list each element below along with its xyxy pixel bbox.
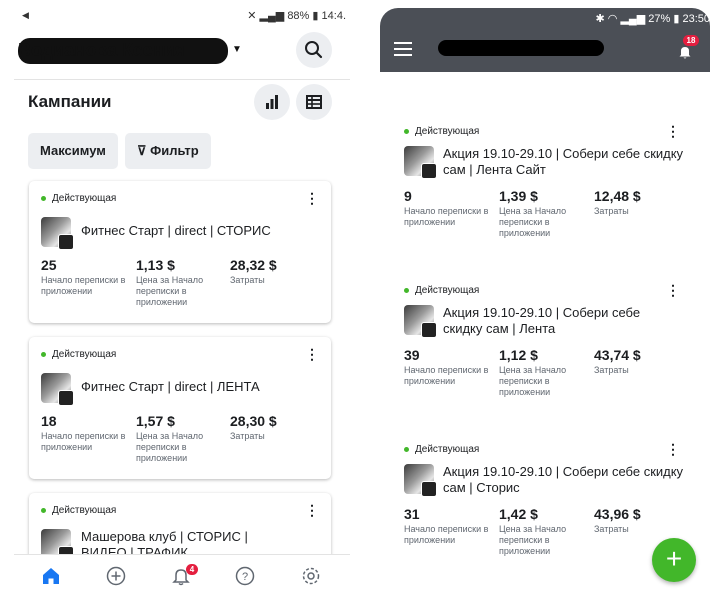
metric-results: 39 Начало переписки в приложении <box>404 347 489 386</box>
search-icon <box>305 41 323 59</box>
maximum-chip[interactable]: Максимум <box>28 133 118 169</box>
more-options-icon[interactable]: ⋮ <box>666 442 680 456</box>
status-time: 14:4. <box>321 10 346 22</box>
campaign-card[interactable]: Действующая ⋮ Фитнес Старт | direct | СТ… <box>29 181 331 323</box>
metric-cost-per-result: 1,57 $ Цена за Начало переписки в прилож… <box>136 413 204 463</box>
metric-cost-per-result: 1,13 $ Цена за Начало переписки в прилож… <box>136 257 204 307</box>
campaign-thumbnail <box>404 305 437 338</box>
campaign-card[interactable]: Действующая ⋮ Фитнес Старт | direct | ЛЕ… <box>29 337 331 479</box>
status-dot-icon <box>41 195 46 201</box>
mute-icon: ✕ <box>247 10 257 22</box>
more-options-icon[interactable]: ⋮ <box>305 503 319 517</box>
chevron-down-icon[interactable]: ▼ <box>232 44 242 55</box>
metric-results: 9 Начало переписки в приложении <box>404 188 489 227</box>
status-bar: ◀ ✕ ▂▄▆ 88% ▮ 14:4. <box>14 0 350 36</box>
home-icon[interactable] <box>40 565 62 587</box>
status-dot-icon <box>404 287 409 293</box>
plus-icon: + <box>665 543 683 574</box>
campaign-thumbnail <box>41 217 74 250</box>
notifications-badge: 4 <box>186 564 198 575</box>
more-options-icon[interactable]: ⋮ <box>305 191 319 205</box>
metric-spend: 43,96 $ Затраты <box>594 506 641 534</box>
metric-results: 31 Начало переписки в приложении <box>404 506 489 545</box>
left-phone-screen: ◀ ✕ ▂▄▆ 88% ▮ 14:4. Водианова Ксения ▼ К… <box>14 0 350 600</box>
metric-spend: 43,74 $ Затраты <box>594 347 641 375</box>
status-dot-icon <box>404 446 409 452</box>
status-bar: ✱ ◠ ▂▄▆ 27% ▮ 23:50 <box>596 12 710 25</box>
battery-percent: 88% <box>287 10 310 22</box>
campaign-list-item[interactable]: Действующая ⋮ Акция 19.10-29.10 | Собери… <box>380 283 710 413</box>
create-icon[interactable] <box>105 565 127 587</box>
campaign-name: Акция 19.10-29.10 | Собери себе скидку с… <box>443 464 684 495</box>
more-options-icon[interactable]: ⋮ <box>666 124 680 138</box>
metric-spend: 28,32 $ Затраты <box>230 257 277 285</box>
campaign-thumbnail <box>404 464 437 497</box>
account-title-redacted <box>438 40 604 56</box>
app-top-bar: ✱ ◠ ▂▄▆ 27% ▮ 23:50 18 <box>380 8 710 72</box>
insights-button[interactable] <box>254 84 290 120</box>
app-header: Водианова Ксения ▼ <box>14 32 350 80</box>
status-dot-icon <box>41 351 46 357</box>
svg-text:?: ? <box>242 571 248 583</box>
metric-results: 18 Начало переписки в приложении <box>41 413 126 452</box>
search-button[interactable] <box>296 32 332 68</box>
notifications-badge: 18 <box>683 35 699 46</box>
settings-gear-icon[interactable] <box>300 565 322 587</box>
campaign-status: Действующая <box>41 193 116 204</box>
section-header: Кампании <box>14 84 350 124</box>
hamburger-menu-icon[interactable] <box>394 42 412 56</box>
campaign-name: Акция 19.10-29.10 | Собери себе скидку с… <box>443 146 684 177</box>
signal-icon: ▂▄▆ <box>620 13 646 25</box>
campaign-thumbnail <box>404 146 437 179</box>
account-name: Водианова Ксения <box>18 40 186 60</box>
campaign-thumbnail <box>41 373 74 406</box>
campaign-status: Действующая <box>41 505 116 516</box>
campaign-status: Действующая <box>404 285 479 296</box>
notifications-bell-icon[interactable] <box>678 44 692 60</box>
settings-icon: ✱ <box>595 13 605 25</box>
create-campaign-fab[interactable]: + <box>652 538 696 582</box>
bar-chart-icon <box>266 95 278 109</box>
battery-icon: ▮ <box>312 10 319 22</box>
campaign-status: Действующая <box>41 349 116 360</box>
status-dot-icon <box>404 128 409 134</box>
filter-label: Фильтр <box>150 143 199 158</box>
campaign-name: Фитнес Старт | direct | ЛЕНТА <box>81 379 260 394</box>
metric-cost-per-result: 1,12 $ Цена за Начало переписки в прилож… <box>499 347 567 397</box>
filter-chip[interactable]: ⊽ Фильтр <box>125 133 211 169</box>
battery-percent: 27% <box>648 13 671 25</box>
table-view-button[interactable] <box>296 84 332 120</box>
metric-results: 25 Начало переписки в приложении <box>41 257 126 296</box>
campaign-name: Фитнес Старт | direct | СТОРИС <box>81 223 271 238</box>
signal-icon: ▂▄▆ <box>259 10 285 22</box>
metric-spend: 28,30 $ Затраты <box>230 413 277 441</box>
help-icon[interactable]: ? <box>234 565 256 587</box>
campaign-list-item[interactable]: Действующая ⋮ Акция 19.10-29.10 | Собери… <box>380 124 710 254</box>
navigation-arrow-icon: ◀ <box>22 10 29 20</box>
metric-spend: 12,48 $ Затраты <box>594 188 641 216</box>
status-dot-icon <box>41 507 46 513</box>
more-options-icon[interactable]: ⋮ <box>305 347 319 361</box>
campaign-name: Акция 19.10-29.10 | Собери себе скидку с… <box>443 305 641 336</box>
bottom-navigation: 4 ? <box>14 554 350 600</box>
status-time: 23:50 <box>682 13 710 25</box>
more-options-icon[interactable]: ⋮ <box>666 283 680 297</box>
battery-icon: ▮ <box>673 13 680 25</box>
page-title: Кампании <box>28 92 112 111</box>
metric-cost-per-result: 1,42 $ Цена за Начало переписки в прилож… <box>499 506 567 556</box>
campaign-status: Действующая <box>404 444 479 455</box>
campaign-status: Действующая <box>404 126 479 137</box>
filter-icon: ⊽ <box>137 143 147 158</box>
right-phone-screen: ✱ ◠ ▂▄▆ 27% ▮ 23:50 18 Действующая ⋮ Акц… <box>380 8 710 600</box>
table-icon <box>306 95 322 109</box>
wifi-icon: ◠ <box>607 13 618 25</box>
metric-cost-per-result: 1,39 $ Цена за Начало переписки в прилож… <box>499 188 567 238</box>
account-switcher[interactable]: Водианова Ксения <box>18 38 228 64</box>
